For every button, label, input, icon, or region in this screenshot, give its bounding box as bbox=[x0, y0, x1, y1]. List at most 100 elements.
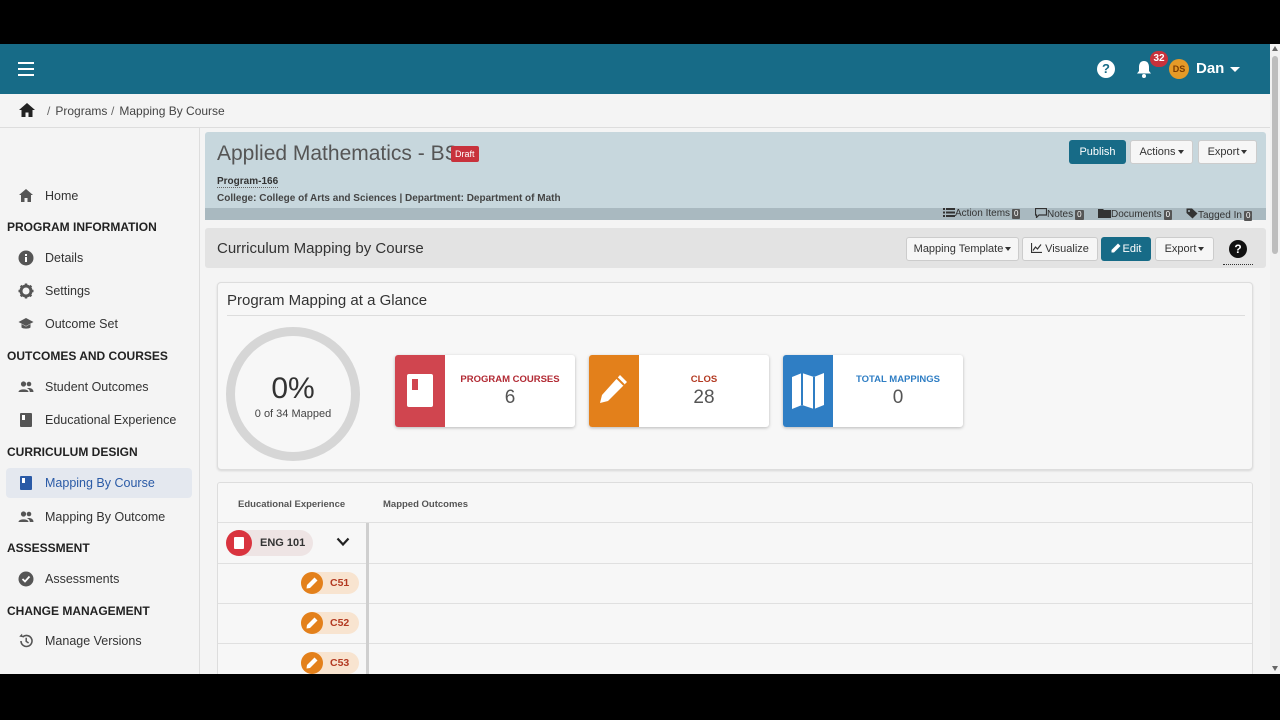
chevron-down-icon[interactable] bbox=[336, 537, 350, 547]
mapping-table: Educational Experience Mapped Outcomes E… bbox=[217, 482, 1253, 674]
pencil-icon bbox=[301, 652, 323, 674]
stat-value: 0 bbox=[892, 387, 904, 408]
book-icon bbox=[20, 476, 32, 490]
course-chip[interactable]: ENG 101 bbox=[226, 530, 313, 556]
tagged-in-link[interactable]: Tagged In 0 bbox=[1186, 208, 1253, 221]
clo-code: C52 bbox=[330, 617, 350, 629]
program-id-link[interactable]: Program-166 bbox=[217, 176, 279, 188]
clo-code: C53 bbox=[330, 657, 350, 669]
book-icon bbox=[226, 530, 252, 556]
row-divider bbox=[218, 603, 1252, 604]
notes-link[interactable]: Notes 0 bbox=[1034, 207, 1084, 220]
caret-down-icon bbox=[1177, 150, 1184, 155]
comment-icon bbox=[1034, 207, 1048, 219]
sidebar-heading-outcomes-and-courses: OUTCOMES AND COURSES bbox=[7, 349, 168, 363]
row-divider bbox=[218, 563, 1252, 564]
top-navbar: ? 32 DS Dan bbox=[0, 44, 1270, 94]
home-icon[interactable] bbox=[18, 102, 36, 118]
sidebar-item-assessments[interactable]: Assessments bbox=[0, 564, 200, 594]
count-badge: 0 bbox=[1012, 209, 1021, 219]
notification-count-badge: 32 bbox=[1150, 51, 1168, 67]
sidebar-item-mapping-by-course[interactable]: Mapping By Course bbox=[6, 468, 192, 498]
actions-dropdown-button[interactable]: Actions bbox=[1130, 140, 1193, 164]
scrollbar-thumb[interactable] bbox=[1272, 56, 1278, 254]
caret-down-icon bbox=[1198, 247, 1205, 252]
export-dropdown-button[interactable]: Export bbox=[1155, 237, 1214, 261]
count-badge: 0 bbox=[1075, 210, 1084, 220]
tag-icon bbox=[1186, 208, 1198, 219]
stat-value: 28 bbox=[693, 387, 715, 408]
sidebar-item-label: Assessments bbox=[45, 572, 120, 586]
sidebar-item-student-outcomes[interactable]: Student Outcomes bbox=[0, 372, 200, 402]
sidebar: Home PROGRAM INFORMATION Details Setting… bbox=[0, 128, 200, 674]
stat-value: 6 bbox=[504, 387, 516, 408]
sidebar-item-label: Outcome Set bbox=[45, 317, 118, 331]
scroll-up-arrow-icon[interactable] bbox=[1272, 46, 1278, 51]
action-items-link[interactable]: Action Items 0 bbox=[943, 208, 1021, 220]
clo-chip[interactable]: C52 bbox=[301, 612, 359, 634]
users-icon bbox=[18, 511, 34, 522]
card-title: Program Mapping at a Glance bbox=[227, 292, 428, 309]
letterbox-bottom bbox=[0, 674, 1280, 720]
user-menu-name[interactable]: Dan bbox=[1196, 60, 1224, 77]
program-mapping-glance-card: Program Mapping at a Glance 0% 0 of 34 M… bbox=[217, 282, 1253, 470]
letterbox-top bbox=[0, 0, 1280, 44]
sidebar-heading-curriculum-design: CURRICULUM DESIGN bbox=[7, 445, 138, 459]
mapping-count-text: 0 of 34 Mapped bbox=[254, 408, 332, 420]
caret-down-icon bbox=[1241, 150, 1248, 155]
sidebar-item-settings[interactable]: Settings bbox=[0, 276, 200, 306]
help-underline bbox=[1223, 264, 1253, 265]
avatar[interactable]: DS bbox=[1169, 59, 1189, 79]
history-icon bbox=[19, 633, 33, 648]
breadcrumb-separator: / bbox=[47, 104, 51, 118]
sidebar-item-mapping-by-outcome[interactable]: Mapping By Outcome bbox=[0, 502, 200, 532]
column-header-educational-experience: Educational Experience bbox=[238, 499, 346, 510]
clo-chip[interactable]: C51 bbox=[301, 572, 359, 594]
map-icon bbox=[783, 355, 833, 427]
sidebar-item-outcome-set[interactable]: Outcome Set bbox=[0, 309, 200, 339]
publish-button[interactable]: Publish bbox=[1069, 140, 1126, 164]
stat-card-total-mappings[interactable]: TOTAL MAPPINGS 0 bbox=[783, 355, 963, 427]
breadcrumb: / Programs / Mapping By Course bbox=[0, 94, 1270, 128]
breadcrumb-programs[interactable]: / Programs bbox=[47, 104, 107, 118]
gear-icon bbox=[18, 283, 34, 299]
info-icon bbox=[18, 250, 34, 266]
mapping-template-dropdown[interactable]: Mapping Template bbox=[906, 237, 1019, 261]
sidebar-item-manage-versions[interactable]: Manage Versions bbox=[0, 626, 200, 656]
sidebar-item-educational-experience[interactable]: Educational Experience bbox=[0, 405, 200, 435]
sidebar-item-home[interactable]: Home bbox=[0, 181, 200, 211]
documents-link[interactable]: Documents 0 bbox=[1098, 208, 1173, 220]
book-icon bbox=[20, 413, 32, 427]
count-badge: 0 bbox=[1243, 211, 1253, 221]
sidebar-heading-program-information: PROGRAM INFORMATION bbox=[7, 220, 157, 234]
visualize-button[interactable]: Visualize bbox=[1022, 237, 1098, 261]
book-icon bbox=[395, 355, 445, 427]
divider bbox=[227, 315, 1245, 316]
stat-card-clos[interactable]: CLOS 28 bbox=[589, 355, 769, 427]
pencil-icon bbox=[301, 572, 323, 594]
scroll-down-arrow-icon[interactable] bbox=[1272, 666, 1278, 671]
pencil-icon bbox=[589, 355, 639, 427]
status-badge: Draft bbox=[451, 146, 479, 162]
edit-button[interactable]: Edit bbox=[1101, 237, 1151, 261]
mapping-progress-donut: 0% 0 of 34 Mapped bbox=[226, 327, 360, 461]
sidebar-item-label: Educational Experience bbox=[45, 413, 177, 427]
count-badge: 0 bbox=[1163, 210, 1173, 220]
help-icon[interactable]: ? bbox=[1229, 240, 1247, 258]
sidebar-item-label: Manage Versions bbox=[45, 634, 142, 648]
stat-card-program-courses[interactable]: PROGRAM COURSES 6 bbox=[395, 355, 575, 427]
caret-down-icon bbox=[1005, 247, 1012, 252]
mapping-percent: 0% bbox=[271, 372, 315, 405]
pencil-icon bbox=[1111, 243, 1121, 253]
help-icon[interactable]: ? bbox=[1097, 60, 1115, 78]
breadcrumb-current: / Mapping By Course bbox=[111, 104, 225, 118]
clo-chip[interactable]: C53 bbox=[301, 652, 359, 674]
export-dropdown-button[interactable]: Export bbox=[1198, 140, 1257, 164]
sidebar-item-details[interactable]: Details bbox=[0, 243, 200, 273]
stat-label: TOTAL MAPPINGS bbox=[856, 374, 940, 385]
page-scrollbar[interactable] bbox=[1270, 44, 1280, 674]
program-info-strip: Action Items 0 Notes 0 Documents 0 Tagged I… bbox=[205, 207, 1266, 221]
hamburger-menu-icon[interactable] bbox=[16, 61, 36, 77]
chevron-down-icon[interactable] bbox=[1230, 67, 1240, 72]
breadcrumb-separator: / bbox=[111, 104, 115, 118]
